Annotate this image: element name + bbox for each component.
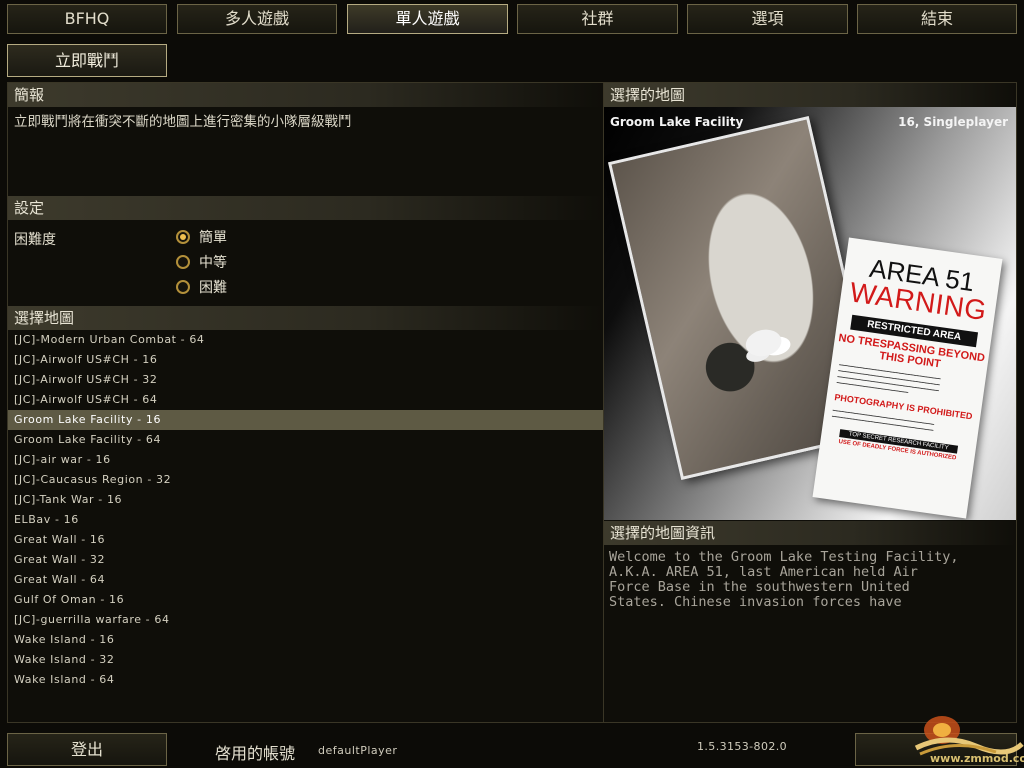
map-list-item[interactable]: Gulf Of Oman - 16 bbox=[8, 590, 603, 610]
difficulty-option-label: 困難 bbox=[199, 280, 227, 296]
preview-map-info: 16, Singleplayer bbox=[898, 115, 1008, 129]
version-text: 1.5.3153-802.0 bbox=[697, 740, 788, 753]
map-list-item[interactable]: [JC]-air war - 16 bbox=[8, 450, 603, 470]
map-list-item[interactable]: [JC]-Modern Urban Combat - 64 bbox=[8, 330, 603, 350]
difficulty-medium-radio[interactable]: 中等 bbox=[176, 251, 227, 273]
map-list-item[interactable]: Wake Island - 32 bbox=[8, 650, 603, 670]
difficulty-option-label: 中等 bbox=[199, 255, 227, 271]
map-list-item[interactable]: [JC]-Tank War - 16 bbox=[8, 490, 603, 510]
nav-options-button[interactable]: 選項 bbox=[687, 4, 848, 34]
account-name: defaultPlayer bbox=[318, 744, 398, 757]
map-list-item-selected[interactable]: Groom Lake Facility - 16 bbox=[8, 410, 603, 430]
map-info-heading: 選擇的地圖資訊 bbox=[604, 521, 1016, 545]
map-list-item[interactable]: Great Wall - 16 bbox=[8, 530, 603, 550]
difficulty-hard-radio[interactable]: 困難 bbox=[176, 276, 227, 298]
map-list-item[interactable]: Great Wall - 32 bbox=[8, 550, 603, 570]
preview-map-name: Groom Lake Facility bbox=[610, 115, 744, 129]
map-list-item[interactable]: [JC]-Airwolf US#CH - 64 bbox=[8, 390, 603, 410]
cloud-shape bbox=[743, 326, 785, 360]
difficulty-option-label: 簡單 bbox=[199, 230, 227, 246]
radio-unchecked-icon bbox=[176, 280, 190, 294]
nav-community-button[interactable]: 社群 bbox=[517, 4, 678, 34]
map-preview-image: AREA 51 WARNING RESTRICTED AREA NO TRESP… bbox=[604, 107, 1016, 520]
nav-multiplayer-button[interactable]: 多人遊戲 bbox=[177, 4, 337, 34]
map-list-item[interactable]: Wake Island - 16 bbox=[8, 630, 603, 650]
briefing-text: 立即戰鬥將在衝突不斷的地圖上進行密集的小隊層級戰鬥 bbox=[14, 114, 352, 130]
watermark-url: www.zmmod.com bbox=[930, 752, 1024, 765]
briefing-heading: 簡報 bbox=[8, 83, 603, 107]
map-select-heading: 選擇地圖 bbox=[8, 306, 603, 330]
nav-bfhq-button[interactable]: BFHQ bbox=[7, 4, 167, 34]
map-info-text: Welcome to the Groom Lake Testing Facili… bbox=[609, 549, 959, 610]
logout-button[interactable]: 登出 bbox=[7, 733, 167, 766]
map-list-item[interactable]: [JC]-Airwolf US#CH - 16 bbox=[8, 350, 603, 370]
map-list-item[interactable]: [JC]-guerrilla warfare - 64 bbox=[8, 610, 603, 630]
map-list-item[interactable]: Wake Island - 64 bbox=[8, 670, 603, 690]
map-list-item[interactable]: Groom Lake Facility - 64 bbox=[8, 430, 603, 450]
instant-battle-tab[interactable]: 立即戰鬥 bbox=[7, 44, 167, 77]
nav-quit-button[interactable]: 結束 bbox=[857, 4, 1017, 34]
map-list-item[interactable]: [JC]-Airwolf US#CH - 32 bbox=[8, 370, 603, 390]
account-label: 啓用的帳號 bbox=[215, 744, 296, 763]
difficulty-easy-radio[interactable]: 簡單 bbox=[176, 226, 227, 248]
radio-unchecked-icon bbox=[176, 255, 190, 269]
map-list-item[interactable]: [JC]-Caucasus Region - 32 bbox=[8, 470, 603, 490]
map-list-item[interactable]: Great Wall - 64 bbox=[8, 570, 603, 590]
map-list[interactable]: [JC]-Modern Urban Combat - 64 [JC]-Airwo… bbox=[8, 330, 603, 690]
nav-singleplayer-button[interactable]: 單人遊戲 bbox=[347, 4, 508, 34]
radio-checked-icon bbox=[176, 230, 190, 244]
settings-heading: 設定 bbox=[8, 196, 603, 220]
map-list-item[interactable]: ELBav - 16 bbox=[8, 510, 603, 530]
selected-map-heading: 選擇的地圖 bbox=[604, 83, 1016, 107]
difficulty-label: 困難度 bbox=[14, 232, 56, 248]
